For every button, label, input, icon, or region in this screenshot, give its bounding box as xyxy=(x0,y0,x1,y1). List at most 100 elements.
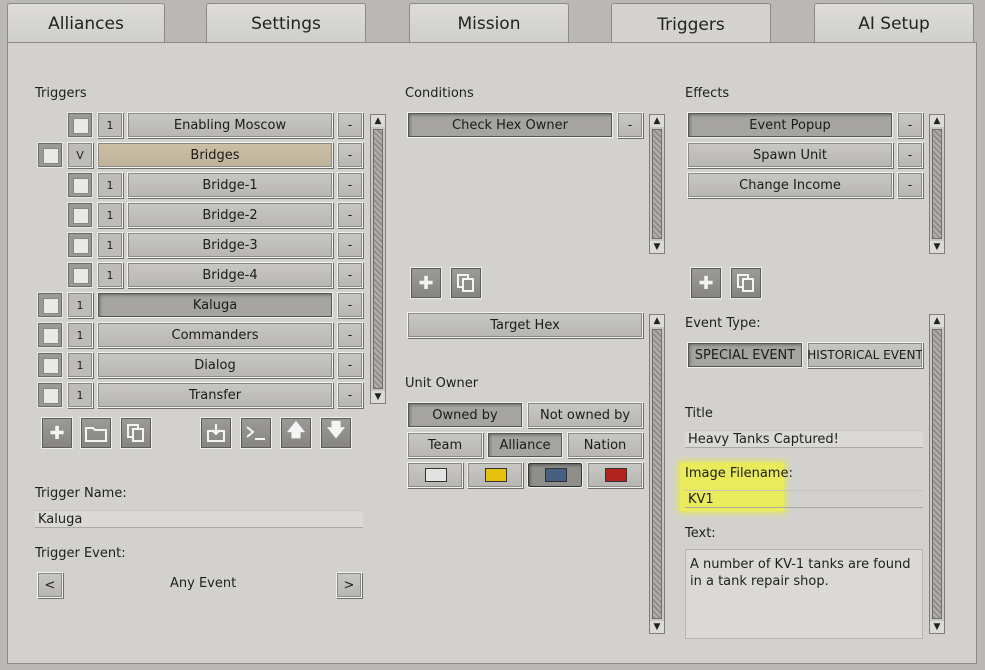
remove-effect-button[interactable]: - xyxy=(897,172,923,198)
scroll-down-icon[interactable]: ▼ xyxy=(930,241,944,253)
remove-trigger-button[interactable]: - xyxy=(337,172,363,198)
trigger-item[interactable]: Dialog xyxy=(97,352,333,378)
trigger-count[interactable]: 1 xyxy=(97,202,123,228)
trigger-item[interactable]: Commanders xyxy=(97,322,333,348)
nation-toggle[interactable]: Nation xyxy=(567,432,643,458)
scroll-track[interactable] xyxy=(373,129,383,389)
trigger-item[interactable]: Bridge-4 xyxy=(127,262,333,288)
text-field[interactable]: A number of KV-1 tanks are found in a ta… xyxy=(685,549,923,639)
folder-button[interactable] xyxy=(80,417,112,449)
effect-item[interactable]: Spawn Unit xyxy=(687,142,893,168)
remove-trigger-button[interactable]: - xyxy=(337,232,363,258)
scroll-down-icon[interactable]: ▼ xyxy=(650,621,664,633)
alliance-color-button[interactable] xyxy=(407,462,463,488)
trigger-item[interactable]: Transfer xyxy=(97,382,333,408)
trigger-enable-checkbox[interactable] xyxy=(67,262,93,288)
trigger-item[interactable]: Bridges xyxy=(97,142,333,168)
title-field[interactable]: Heavy Tanks Captured! xyxy=(685,430,923,448)
owned-by-toggle[interactable]: Owned by xyxy=(407,402,523,428)
tab-alliances[interactable]: Alliances xyxy=(7,3,165,43)
remove-trigger-button[interactable]: - xyxy=(337,202,363,228)
scroll-track[interactable] xyxy=(652,329,662,619)
scroll-up-icon[interactable]: ▲ xyxy=(650,315,664,327)
target-hex-button[interactable]: Target Hex xyxy=(407,312,643,338)
trigger-event-next-button[interactable]: > xyxy=(336,572,362,598)
effect-params-scrollbar[interactable]: ▲ ▼ xyxy=(929,314,945,634)
add-effect-button[interactable]: ✚ xyxy=(690,267,722,299)
import-button[interactable] xyxy=(200,417,232,449)
console-button[interactable] xyxy=(240,417,272,449)
triggers-scrollbar[interactable]: ▲ ▼ xyxy=(370,114,386,404)
scroll-down-icon[interactable]: ▼ xyxy=(650,241,664,253)
remove-trigger-button[interactable]: - xyxy=(337,352,363,378)
scroll-down-icon[interactable]: ▼ xyxy=(930,621,944,633)
trigger-count[interactable]: 1 xyxy=(97,112,123,138)
image-filename-field[interactable]: KV1 xyxy=(685,490,923,508)
trigger-enable-checkbox[interactable] xyxy=(67,172,93,198)
condition-item[interactable]: Check Hex Owner xyxy=(407,112,613,138)
condition-params-scrollbar[interactable]: ▲ ▼ xyxy=(649,314,665,634)
remove-trigger-button[interactable]: - xyxy=(337,112,363,138)
scroll-down-icon[interactable]: ▼ xyxy=(371,391,385,403)
trigger-count[interactable]: 1 xyxy=(67,382,93,408)
tab-triggers[interactable]: Triggers xyxy=(611,3,771,45)
effects-scrollbar[interactable]: ▲ ▼ xyxy=(929,114,945,254)
trigger-enable-checkbox[interactable] xyxy=(37,322,63,348)
copy-trigger-button[interactable] xyxy=(120,417,152,449)
scroll-up-icon[interactable]: ▲ xyxy=(930,115,944,127)
remove-trigger-button[interactable]: - xyxy=(337,142,363,168)
trigger-enable-checkbox[interactable] xyxy=(37,142,63,168)
scroll-track[interactable] xyxy=(932,129,942,239)
remove-effect-button[interactable]: - xyxy=(897,142,923,168)
scroll-track[interactable] xyxy=(652,129,662,239)
remove-trigger-button[interactable]: - xyxy=(337,322,363,348)
alliance-toggle[interactable]: Alliance xyxy=(487,432,563,458)
trigger-enable-checkbox[interactable] xyxy=(67,232,93,258)
effect-item[interactable]: Event Popup xyxy=(687,112,893,138)
remove-effect-button[interactable]: - xyxy=(897,112,923,138)
team-toggle[interactable]: Team xyxy=(407,432,483,458)
scroll-up-icon[interactable]: ▲ xyxy=(930,315,944,327)
remove-trigger-button[interactable]: - xyxy=(337,292,363,318)
trigger-count[interactable]: 1 xyxy=(67,292,93,318)
special-event-toggle[interactable]: SPECIAL EVENT xyxy=(687,342,803,368)
remove-condition-button[interactable]: - xyxy=(617,112,643,138)
trigger-item[interactable]: Bridge-1 xyxy=(127,172,333,198)
trigger-count[interactable]: 1 xyxy=(67,322,93,348)
tab-settings[interactable]: Settings xyxy=(206,3,366,43)
trigger-item[interactable]: Bridge-2 xyxy=(127,202,333,228)
trigger-count[interactable]: 1 xyxy=(67,352,93,378)
trigger-enable-checkbox[interactable] xyxy=(67,202,93,228)
scroll-up-icon[interactable]: ▲ xyxy=(650,115,664,127)
trigger-item[interactable]: Kaluga xyxy=(97,292,333,318)
trigger-item[interactable]: Bridge-3 xyxy=(127,232,333,258)
trigger-enable-checkbox[interactable] xyxy=(37,382,63,408)
remove-trigger-button[interactable]: - xyxy=(337,262,363,288)
trigger-count[interactable]: 1 xyxy=(97,262,123,288)
not-owned-by-toggle[interactable]: Not owned by xyxy=(527,402,643,428)
move-up-button[interactable]: 🡅 xyxy=(280,417,312,449)
trigger-count[interactable]: V xyxy=(67,142,93,168)
remove-trigger-button[interactable]: - xyxy=(337,382,363,408)
trigger-item[interactable]: Enabling Moscow xyxy=(127,112,333,138)
alliance-color-button[interactable] xyxy=(527,462,583,488)
add-trigger-button[interactable]: ✚ xyxy=(41,417,73,449)
trigger-count[interactable]: 1 xyxy=(97,232,123,258)
move-down-button[interactable]: 🡇 xyxy=(320,417,352,449)
effect-item[interactable]: Change Income xyxy=(687,172,893,198)
historical-event-toggle[interactable]: HISTORICAL EVENT xyxy=(807,342,923,368)
trigger-event-prev-button[interactable]: < xyxy=(37,572,63,598)
conditions-scrollbar[interactable]: ▲ ▼ xyxy=(649,114,665,254)
alliance-color-button[interactable] xyxy=(467,462,523,488)
trigger-count[interactable]: 1 xyxy=(97,172,123,198)
copy-condition-button[interactable] xyxy=(450,267,482,299)
alliance-color-button[interactable] xyxy=(587,462,643,488)
trigger-enable-checkbox[interactable] xyxy=(37,292,63,318)
add-condition-button[interactable]: ✚ xyxy=(410,267,442,299)
copy-effect-button[interactable] xyxy=(730,267,762,299)
trigger-name-field[interactable]: Kaluga xyxy=(35,510,363,528)
scroll-track[interactable] xyxy=(932,329,942,619)
scroll-up-icon[interactable]: ▲ xyxy=(371,115,385,127)
tab-mission[interactable]: Mission xyxy=(409,3,569,43)
trigger-enable-checkbox[interactable] xyxy=(67,112,93,138)
